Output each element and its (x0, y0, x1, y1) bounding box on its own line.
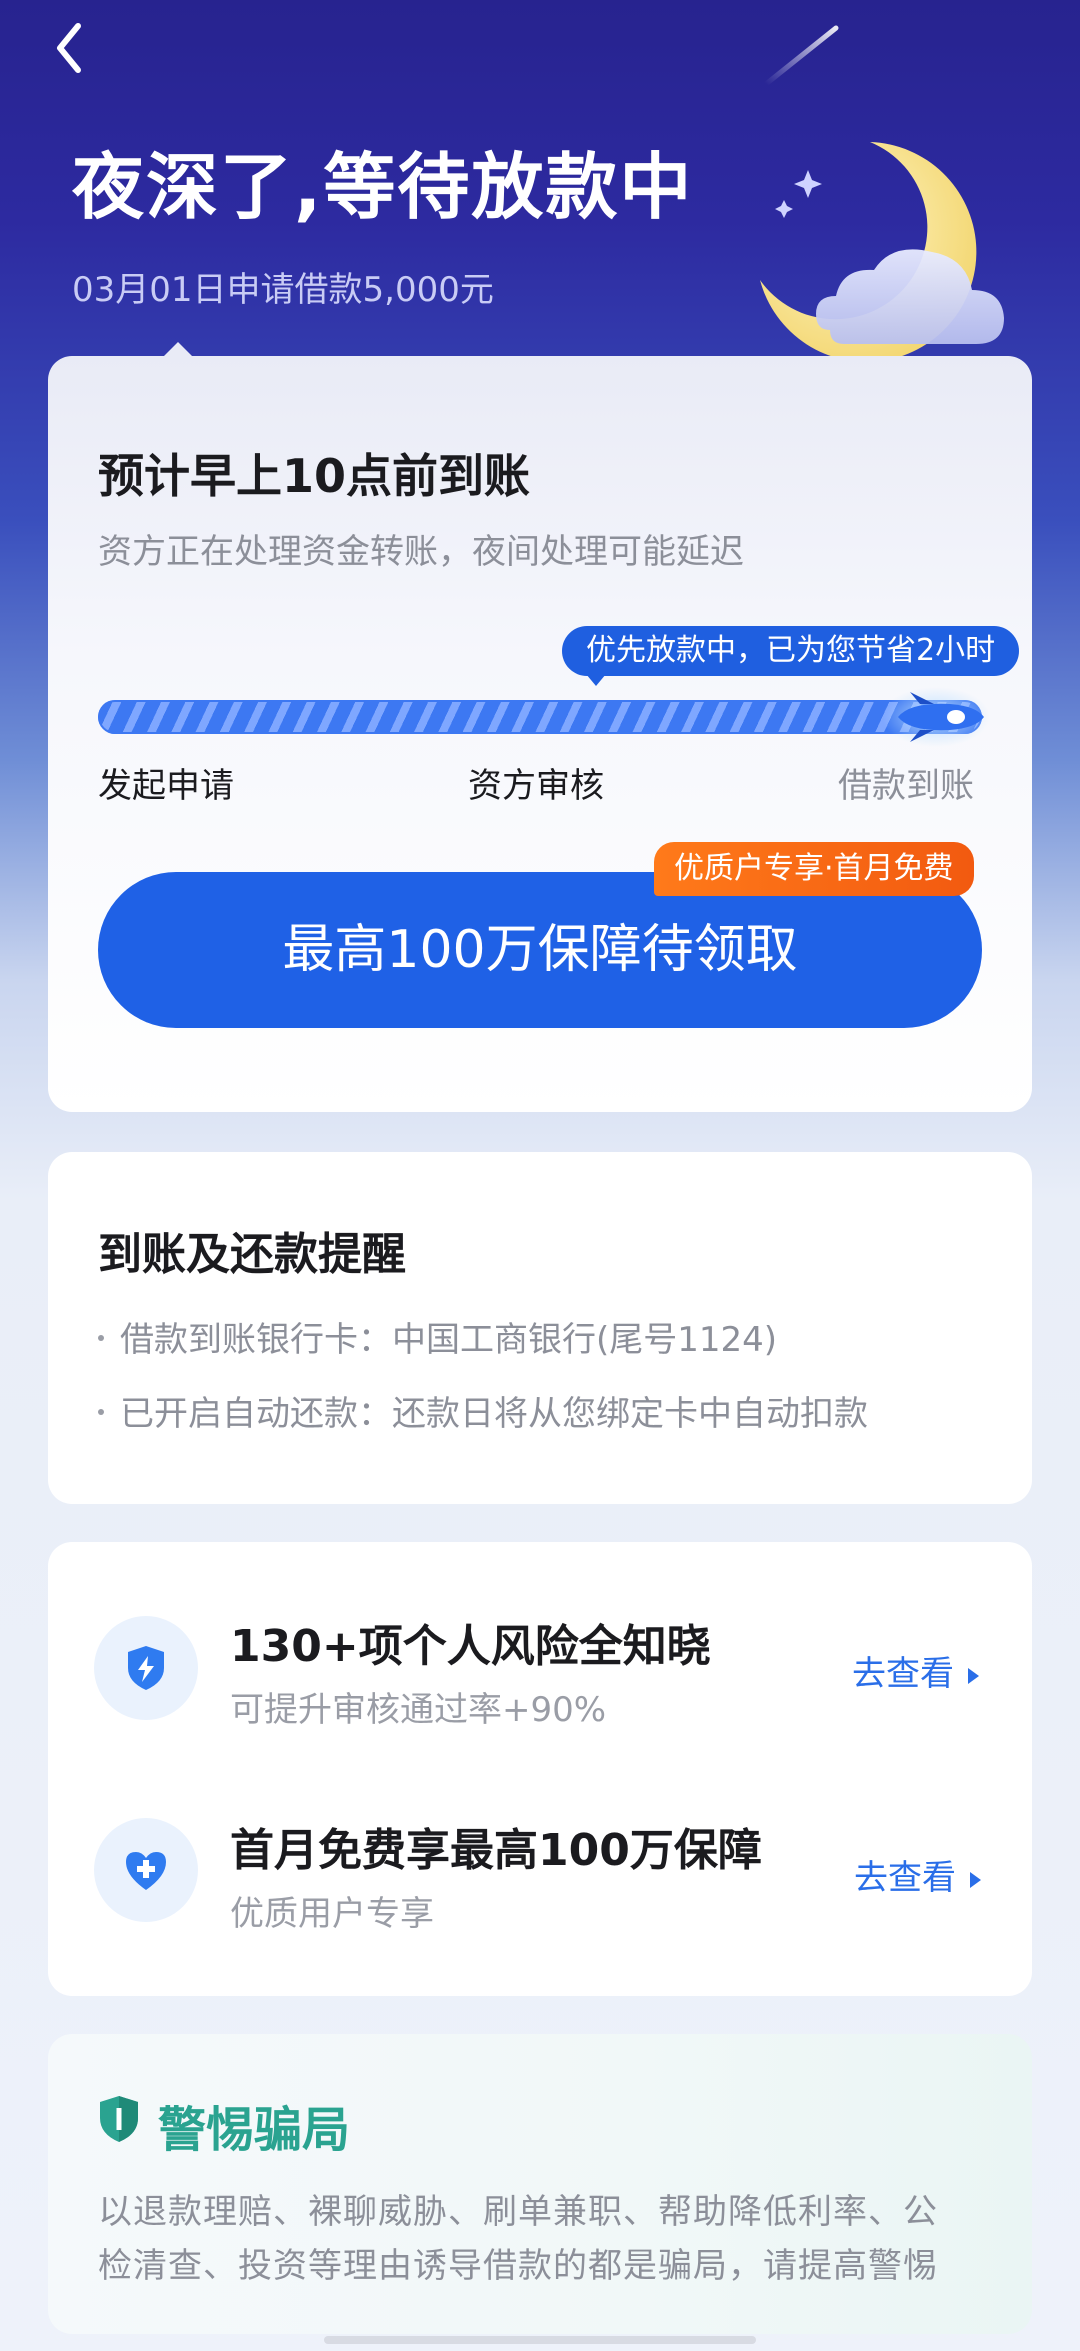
application-summary: 03月01日申请借款5,000元 (72, 270, 494, 310)
lightning-shield-icon (128, 1646, 164, 1690)
service-subtitle: 优质用户专享 (230, 1894, 434, 1934)
home-indicator[interactable] (324, 2336, 756, 2344)
reminder-heading: 到账及还款提醒 (98, 1229, 406, 1280)
shooting-star-icon (763, 25, 839, 87)
arrow-right-icon (968, 1667, 979, 1684)
fraud-warning-title: 警惕骗局 (158, 2102, 351, 2158)
service-title: 130+项个人风险全知晓 (230, 1621, 711, 1672)
page-title: 夜深了,等待放款中 (72, 145, 694, 229)
step-disbursed: 借款到账 (838, 766, 974, 806)
priority-tip-tail (586, 674, 606, 686)
moon-cloud-icon (760, 142, 1004, 362)
rocket-icon (882, 687, 990, 747)
fraud-warning-text: 检清查、投资等理由诱导借款的都是骗局，请提高警惕 (98, 2246, 938, 2286)
service-icon-badge (94, 1818, 198, 1922)
step-apply: 发起申请 (98, 766, 234, 806)
arrow-right-icon (970, 1871, 981, 1888)
service-icon-badge (94, 1616, 198, 1720)
processing-note: 资方正在处理资金转账，夜间处理可能延迟 (98, 532, 744, 572)
reminder-item: 已开启自动还款：还款日将从您绑定卡中自动扣款 (98, 1386, 868, 1435)
progress-bar (98, 700, 982, 734)
shield-check-icon (100, 2096, 138, 2142)
service-title: 首月免费享最高100万保障 (230, 1825, 762, 1876)
priority-tip: 优先放款中，已为您节省2小时 (562, 626, 1020, 676)
heart-plus-icon (126, 1852, 166, 1890)
view-risk-report-link[interactable]: 去查看 (852, 1646, 979, 1695)
promo-badge: 优质户专享·首月免费 (654, 842, 974, 896)
reminder-item: 借款到账银行卡：中国工商银行(尾号1124) (98, 1312, 777, 1361)
service-subtitle: 可提升审核通过率+90% (230, 1690, 607, 1730)
arrival-estimate: 预计早上10点前到账 (98, 449, 531, 503)
chevron-left-icon (57, 23, 81, 73)
fraud-warning-text: 以退款理赔、裸聊威胁、刷单兼职、帮助降低利率、公 (98, 2192, 938, 2232)
back-button[interactable] (40, 18, 100, 78)
step-review: 资方审核 (468, 766, 604, 806)
view-protection-link[interactable]: 去查看 (854, 1850, 981, 1899)
